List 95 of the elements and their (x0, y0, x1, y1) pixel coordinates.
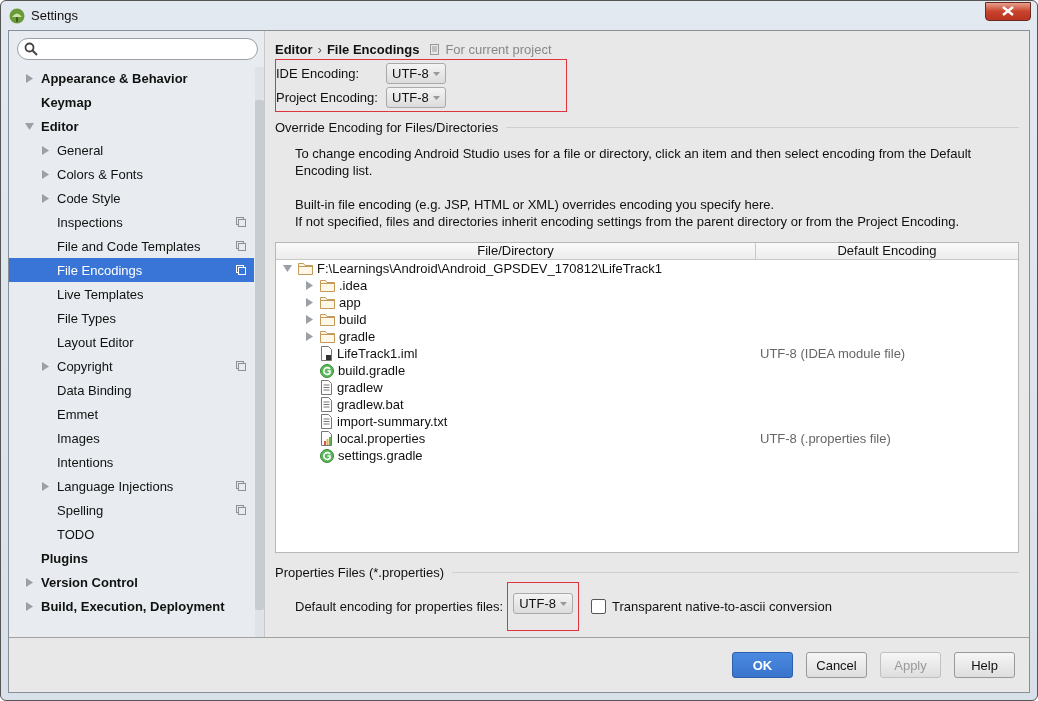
file-name[interactable]: build.gradle (338, 363, 406, 378)
file-name[interactable]: gradlew.bat (337, 397, 404, 412)
encoding-value[interactable]: UTF-8 (.properties file) (756, 431, 891, 446)
text-file-icon (320, 397, 333, 412)
android-head-icon (9, 7, 25, 24)
sidebar-item[interactable]: General (9, 138, 254, 162)
section-title: Properties Files (*.properties) (275, 565, 445, 580)
sidebar-item[interactable]: Data Binding (9, 378, 254, 402)
collapsed-arrow-icon[interactable] (41, 145, 50, 155)
field-label: Project Encoding: (276, 90, 379, 105)
sidebar-item[interactable]: Copyright (9, 354, 254, 378)
caret-icon (432, 71, 440, 76)
text-file-icon (320, 380, 333, 395)
sidebar-item[interactable]: Code Style (9, 186, 254, 210)
file-name[interactable]: F:\Learnings\Android\Android_GPSDEV_170812\LifeTrack1 (317, 261, 662, 276)
sidebar-item[interactable]: TODO (9, 522, 254, 546)
collapsed-arrow-icon[interactable] (41, 361, 50, 371)
dialog-button[interactable]: Cancel (806, 652, 867, 678)
collapsed-arrow-icon[interactable] (25, 73, 34, 83)
file-name[interactable]: local.properties (337, 431, 426, 446)
sidebar-item[interactable]: Spelling (9, 498, 254, 522)
sidebar-item[interactable]: File Encodings (9, 258, 254, 282)
expanded-arrow-icon[interactable] (282, 264, 292, 273)
collapsed-arrow-icon[interactable] (41, 169, 50, 179)
document-icon (430, 43, 441, 55)
encoding-dropdown[interactable]: UTF-8 (513, 593, 573, 614)
dialog-button[interactable]: Help (954, 652, 1015, 678)
checkbox-label: Transparent native-to-ascii conversion (611, 599, 832, 614)
file-name[interactable]: import-summary.txt (337, 414, 448, 429)
dialog-button[interactable]: OK (732, 652, 793, 678)
sidebar-item[interactable]: File and Code Templates (9, 234, 254, 258)
sidebar-item[interactable]: Build, Execution, Deployment (9, 594, 254, 618)
file-name[interactable]: LifeTrack1.iml (337, 346, 418, 361)
sidebar-item[interactable]: File Types (9, 306, 254, 330)
column-header[interactable]: File/Directory (276, 243, 755, 259)
file-name[interactable]: settings.gradle (338, 448, 423, 463)
build-script-icon (320, 363, 334, 378)
encoding-dropdown[interactable]: UTF-8 (386, 87, 446, 108)
sidebar-item[interactable]: Emmet (9, 402, 254, 426)
folder-icon (320, 330, 335, 343)
search-field[interactable] (17, 38, 258, 60)
close-icon (1002, 6, 1014, 16)
encoding-dropdown[interactable]: UTF-8 (386, 63, 446, 84)
build-script-icon (320, 448, 334, 463)
sidebar-item[interactable]: Colors & Fonts (9, 162, 254, 186)
sidebar-item[interactable]: Layout Editor (9, 330, 254, 354)
collapsed-arrow-icon[interactable] (25, 577, 34, 587)
chart-file-icon (320, 431, 333, 446)
field-label: Default encoding for properties files: (295, 599, 504, 614)
column-header[interactable]: Default Encoding (755, 243, 1018, 259)
folder-icon (320, 313, 335, 326)
scope-note: For current project (445, 41, 552, 57)
checkbox[interactable] (590, 599, 606, 614)
breadcrumb-separator: › (317, 41, 322, 57)
collapsed-arrow-icon[interactable] (41, 193, 50, 203)
caret-icon (559, 601, 567, 606)
file-name[interactable]: gradle (339, 329, 376, 344)
sidebar-item[interactable]: Version Control (9, 570, 254, 594)
collapsed-arrow-icon[interactable] (304, 332, 314, 341)
page-title: File Encodings (326, 41, 420, 57)
sidebar-item[interactable]: Language Injections (9, 474, 254, 498)
caret-icon (432, 95, 440, 100)
folder-icon (298, 262, 313, 275)
module-file-icon (320, 346, 333, 361)
sidebar-item[interactable]: Keymap (9, 90, 254, 114)
sidebar-item[interactable]: Intentions (9, 450, 254, 474)
description-text: To change encoding Android Studio uses for a file or directory, click an item and then select encoding from the Default Encoding list. (295, 145, 973, 179)
close-button[interactable] (985, 1, 1031, 21)
collapsed-arrow-icon[interactable] (304, 315, 314, 324)
sidebar-item[interactable]: Plugins (9, 546, 254, 570)
window-title: Settings (31, 8, 78, 23)
collapsed-arrow-icon[interactable] (41, 481, 50, 491)
file-name[interactable]: app (339, 295, 361, 310)
file-name[interactable]: gradlew (337, 380, 383, 395)
sidebar-item[interactable]: Appearance & Behavior (9, 66, 254, 90)
folder-icon (320, 279, 335, 292)
collapsed-arrow-icon[interactable] (304, 281, 314, 290)
folder-icon (320, 296, 335, 309)
description-text: Built-in file encoding (e.g. JSP, HTML or XML) overrides encoding you specify here. (295, 196, 776, 213)
encoding-value[interactable]: UTF-8 (IDEA module file) (756, 346, 906, 361)
sidebar-item[interactable]: Editor (9, 114, 254, 138)
file-name[interactable]: .idea (339, 278, 368, 293)
collapsed-arrow-icon[interactable] (25, 601, 34, 611)
collapsed-arrow-icon[interactable] (304, 298, 314, 307)
text-file-icon (320, 414, 333, 429)
description-text: If not specified, files and directories inherit encoding settings from the parent directory or from the Project Encoding. (295, 213, 961, 230)
expanded-arrow-icon[interactable] (25, 121, 34, 131)
file-name[interactable]: build (339, 312, 367, 327)
sidebar-item[interactable]: Inspections (9, 210, 254, 234)
sidebar-item[interactable]: Images (9, 426, 254, 450)
search-icon (24, 42, 38, 56)
breadcrumb-parent: Editor (275, 41, 313, 57)
sidebar-item[interactable]: Live Templates (9, 282, 254, 306)
section-title: Override Encoding for Files/Directories (275, 120, 499, 135)
field-label: IDE Encoding: (276, 66, 361, 81)
